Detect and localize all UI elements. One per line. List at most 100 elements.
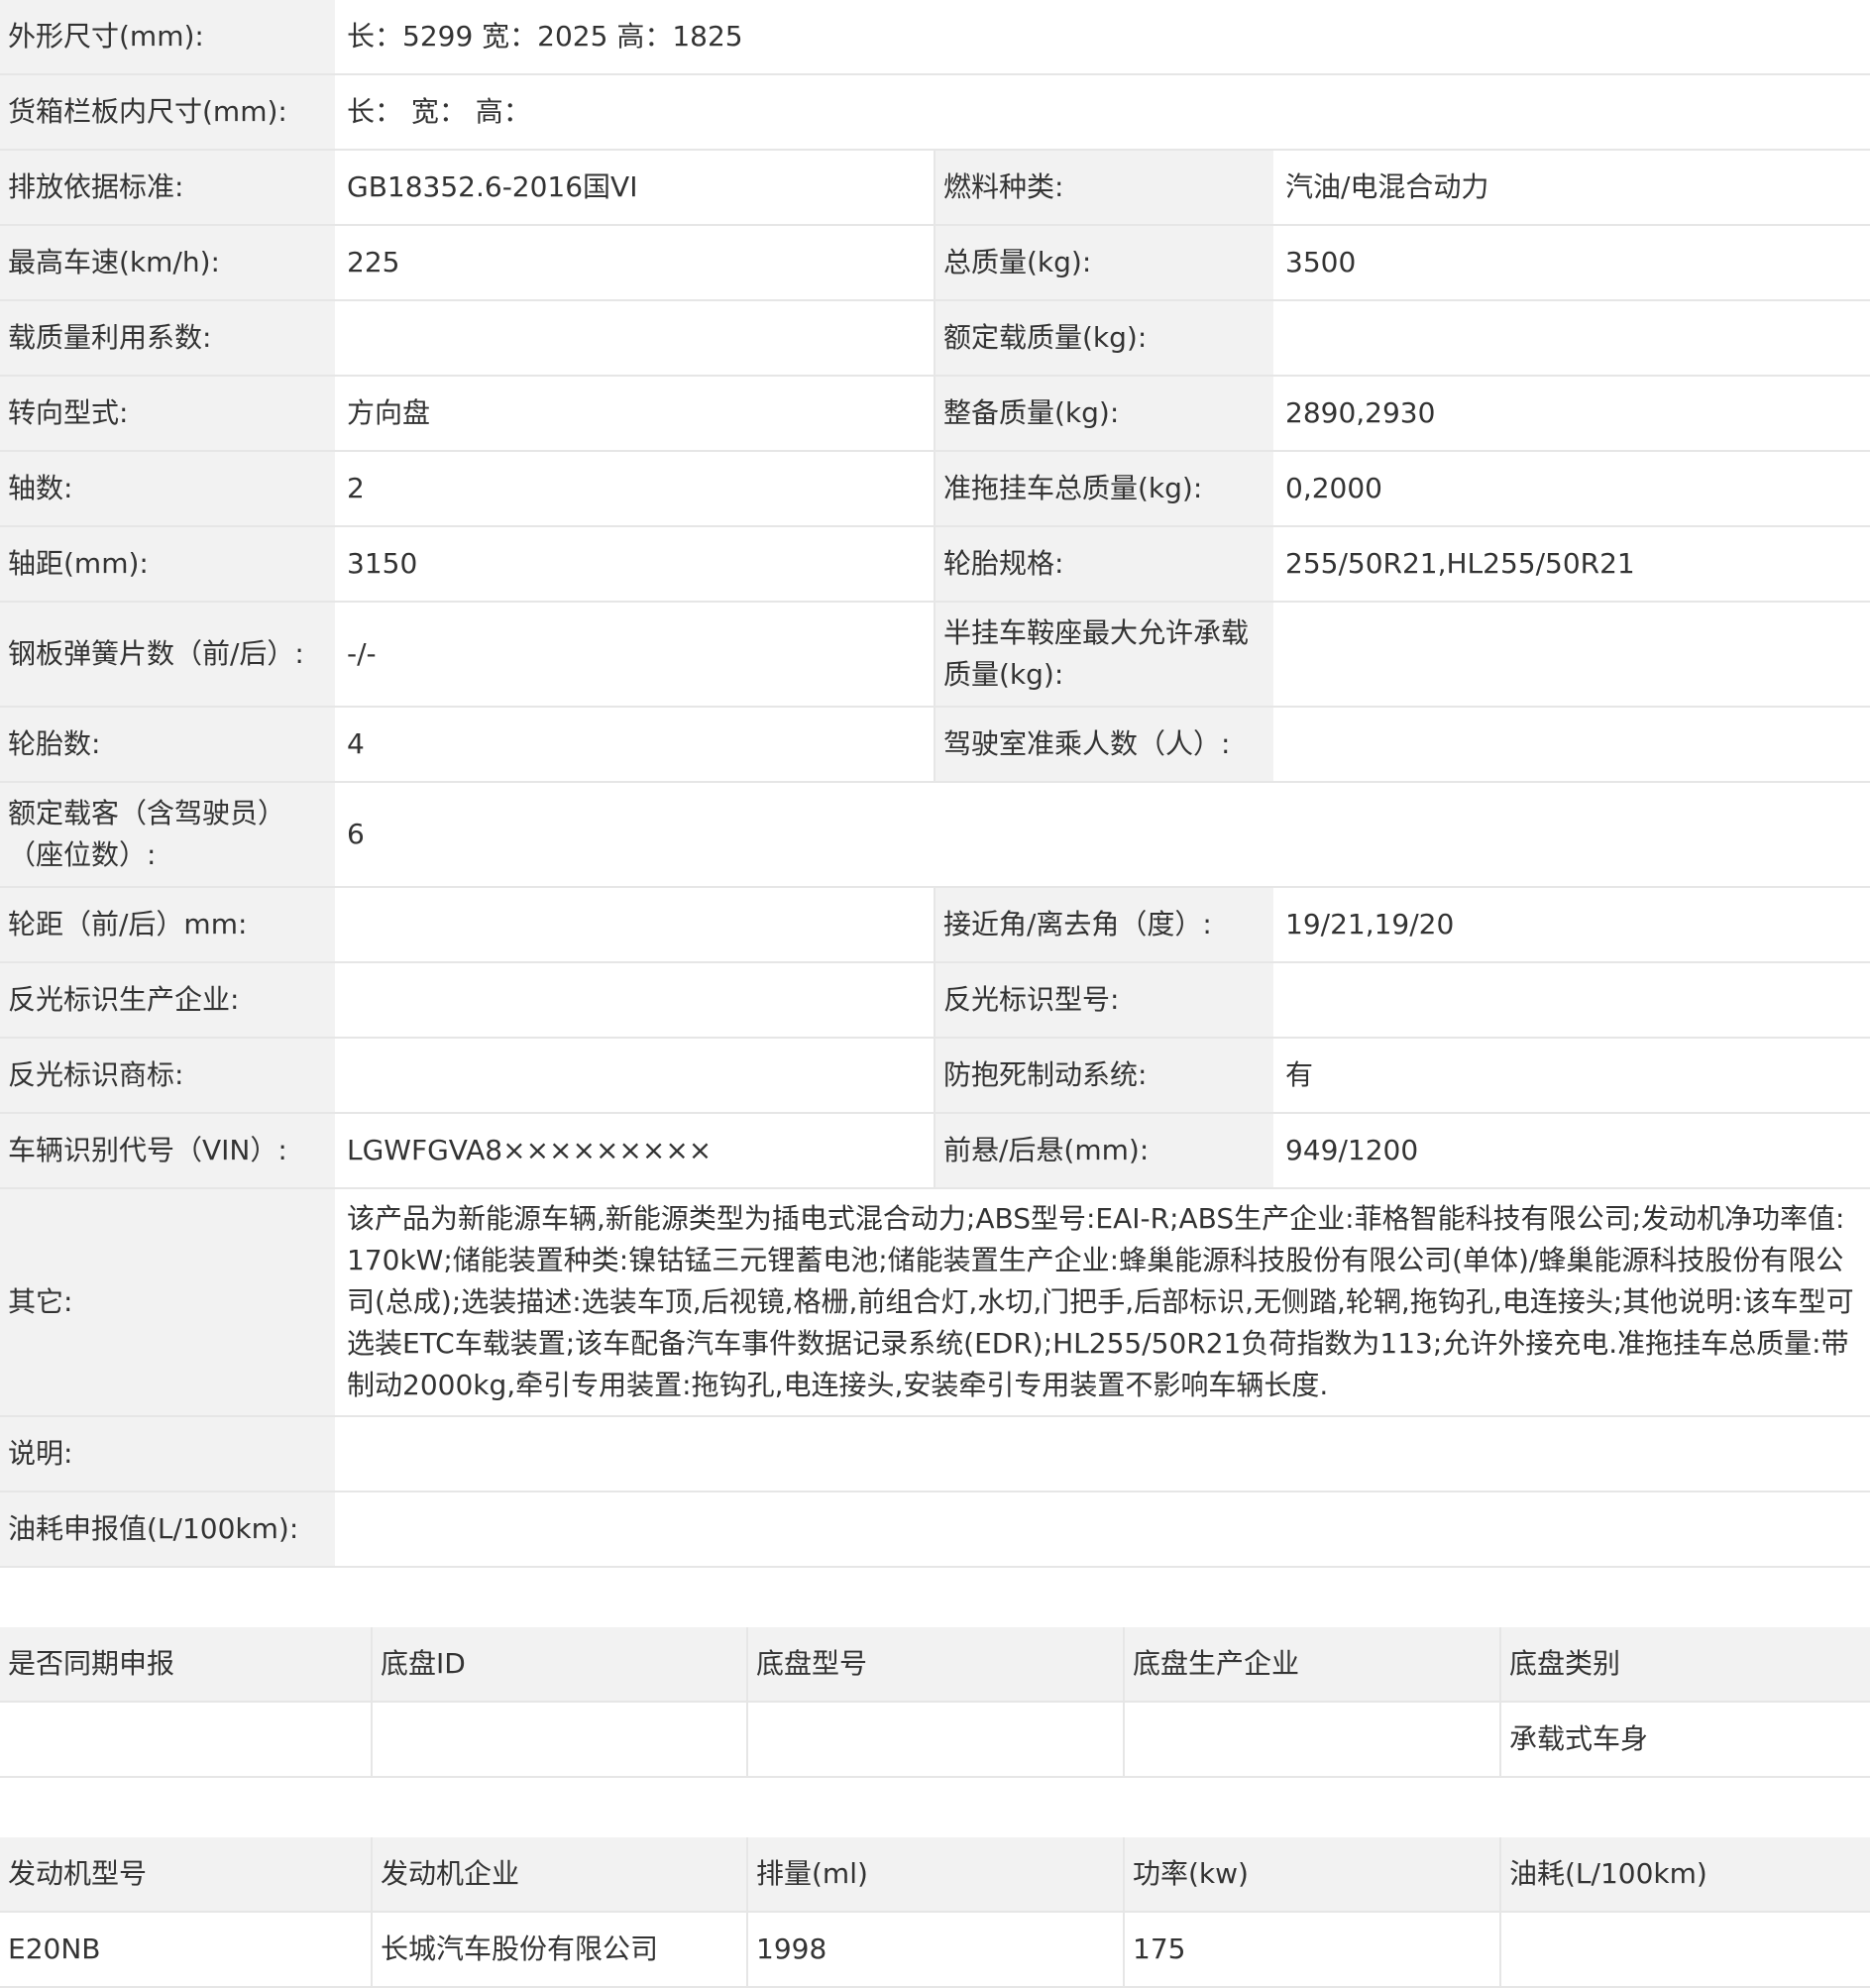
chassis-header-same-period: 是否同期申报 [0, 1627, 373, 1703]
abs-label: 防抱死制动系统: [935, 1038, 1273, 1114]
spec-row-leaf-spring: 钢板弹簧片数（前/后）: -/- 半挂车鞍座最大允许承载质量(kg): [0, 602, 1870, 708]
engine-cell-displacement: 1998 [747, 1912, 1125, 1988]
curb-mass-label: 整备质量(kg): [935, 376, 1273, 452]
spec-row-other: 其它: 该产品为新能源车辆,新能源类型为插电式混合动力;ABS型号:EAI-R;… [0, 1188, 1870, 1417]
angle-value: 19/21,19/20 [1273, 887, 1870, 963]
axles-label: 轴数: [0, 451, 335, 527]
spec-row-load: 载质量利用系数: 额定载质量(kg): [0, 300, 1870, 377]
spec-row-reflect-maker: 反光标识生产企业: 反光标识型号: [0, 962, 1870, 1039]
spec-row-steering: 转向型式: 方向盘 整备质量(kg): 2890,2930 [0, 376, 1870, 452]
wheelbase-value: 3150 [335, 526, 935, 603]
engine-header-row: 发动机型号 发动机企业 排量(ml) 功率(kw) 油耗(L/100km) [0, 1837, 1870, 1913]
reflect-maker-label: 反光标识生产企业: [0, 962, 335, 1039]
wheelbase-label: 轴距(mm): [0, 526, 335, 603]
engine-header-maker: 发动机企业 [372, 1837, 748, 1913]
table-row: E20NB 长城汽车股份有限公司 1998 175 [0, 1912, 1870, 1988]
track-label: 轮距（前/后）mm: [0, 887, 335, 963]
spec-row-dims: 外形尺寸(mm): 长：5299 宽：2025 高：1825 [0, 0, 1870, 75]
trailer-mass-value: 0,2000 [1273, 451, 1870, 527]
axles-value: 2 [335, 451, 935, 527]
leaf-spring-label: 钢板弹簧片数（前/后）: [0, 602, 335, 708]
engine-header-displacement: 排量(ml) [747, 1837, 1125, 1913]
reflect-model-value [1273, 962, 1870, 1039]
steering-label: 转向型式: [0, 376, 335, 452]
engine-cell-maker: 长城汽车股份有限公司 [372, 1912, 748, 1988]
chassis-cell-id [372, 1702, 748, 1778]
load-coef-value [335, 300, 935, 377]
passengers-label: 额定载客（含驾驶员）（座位数）: [0, 782, 335, 888]
spec-row-tires: 轮胎数: 4 驾驶室准乘人数（人）: [0, 707, 1870, 783]
passengers-value: 6 [335, 782, 1870, 888]
cab-seats-label: 驾驶室准乘人数（人）: [935, 707, 1273, 783]
rated-load-label: 额定载质量(kg): [935, 300, 1273, 377]
cargo-value: 长： 宽： 高： [335, 74, 1870, 151]
spec-row-speed: 最高车速(km/h): 225 总质量(kg): 3500 [0, 225, 1870, 301]
consumption-value [335, 1491, 1870, 1568]
note-value [335, 1416, 1870, 1492]
dims-value: 长：5299 宽：2025 高：1825 [335, 0, 1870, 75]
consumption-label: 油耗申报值(L/100km): [0, 1491, 335, 1568]
fuel-label: 燃料种类: [935, 150, 1273, 226]
other-label: 其它: [0, 1188, 335, 1417]
chassis-cell-type: 承载式车身 [1500, 1702, 1870, 1778]
chassis-header-type: 底盘类别 [1500, 1627, 1870, 1703]
cargo-label: 货箱栏板内尺寸(mm): [0, 74, 335, 151]
reflect-model-label: 反光标识型号: [935, 962, 1273, 1039]
rated-load-value [1273, 300, 1870, 377]
steering-value: 方向盘 [335, 376, 935, 452]
fuel-value: 汽油/电混合动力 [1273, 150, 1870, 226]
overhang-value: 949/1200 [1273, 1113, 1870, 1189]
engine-header-power: 功率(kw) [1124, 1837, 1501, 1913]
spec-row-wheelbase: 轴距(mm): 3150 轮胎规格: 255/50R21,HL255/50R21 [0, 526, 1870, 603]
spec-row-note: 说明: [0, 1416, 1870, 1492]
spec-row-passengers: 额定载客（含驾驶员）（座位数）: 6 [0, 782, 1870, 888]
vin-value: LGWFGVA8××××××××× [335, 1113, 935, 1189]
saddle-value [1273, 602, 1870, 708]
vin-label: 车辆识别代号（VIN）: [0, 1113, 335, 1189]
chassis-cell-maker [1124, 1702, 1501, 1778]
reflect-brand-value [335, 1038, 935, 1114]
total-mass-value: 3500 [1273, 225, 1870, 301]
note-label: 说明: [0, 1416, 335, 1492]
chassis-header-row: 是否同期申报 底盘ID 底盘型号 底盘生产企业 底盘类别 [0, 1627, 1870, 1703]
trailer-mass-label: 准拖挂车总质量(kg): [935, 451, 1273, 527]
engine-table: 发动机型号 发动机企业 排量(ml) 功率(kw) 油耗(L/100km) E2… [0, 1837, 1870, 1988]
angle-label: 接近角/离去角（度）: [935, 887, 1273, 963]
spec-row-consumption: 油耗申报值(L/100km): [0, 1491, 1870, 1568]
engine-cell-consumption [1500, 1912, 1870, 1988]
curb-mass-value: 2890,2930 [1273, 376, 1870, 452]
spec-row-axles: 轴数: 2 准拖挂车总质量(kg): 0,2000 [0, 451, 1870, 527]
chassis-cell-same-period [0, 1702, 373, 1778]
total-mass-label: 总质量(kg): [935, 225, 1273, 301]
reflect-maker-value [335, 962, 935, 1039]
speed-value: 225 [335, 225, 935, 301]
saddle-label: 半挂车鞍座最大允许承载质量(kg): [935, 602, 1273, 708]
spec-table: 外形尺寸(mm): 长：5299 宽：2025 高：1825 货箱栏板内尺寸(m… [0, 0, 1870, 1568]
engine-header-consumption: 油耗(L/100km) [1500, 1837, 1870, 1913]
spec-row-reflect-brand: 反光标识商标: 防抱死制动系统: 有 [0, 1038, 1870, 1114]
emission-label: 排放依据标准: [0, 150, 335, 226]
tire-spec-label: 轮胎规格: [935, 526, 1273, 603]
load-coef-label: 载质量利用系数: [0, 300, 335, 377]
spec-row-track: 轮距（前/后）mm: 接近角/离去角（度）: 19/21,19/20 [0, 887, 1870, 963]
spec-row-cargo: 货箱栏板内尺寸(mm): 长： 宽： 高： [0, 74, 1870, 151]
chassis-cell-model [747, 1702, 1125, 1778]
overhang-label: 前悬/后悬(mm): [935, 1113, 1273, 1189]
engine-cell-power: 175 [1124, 1912, 1501, 1988]
cab-seats-value [1273, 707, 1870, 783]
engine-header-model: 发动机型号 [0, 1837, 373, 1913]
speed-label: 最高车速(km/h): [0, 225, 335, 301]
chassis-table: 是否同期申报 底盘ID 底盘型号 底盘生产企业 底盘类别 承载式车身 [0, 1627, 1870, 1778]
chassis-header-id: 底盘ID [372, 1627, 748, 1703]
table-row: 承载式车身 [0, 1702, 1870, 1778]
spec-row-emission: 排放依据标准: GB18352.6-2016国VI 燃料种类: 汽油/电混合动力 [0, 150, 1870, 226]
tires-label: 轮胎数: [0, 707, 335, 783]
other-value: 该产品为新能源车辆,新能源类型为插电式混合动力;ABS型号:EAI-R;ABS生… [335, 1188, 1870, 1417]
dims-label: 外形尺寸(mm): [0, 0, 335, 75]
track-value [335, 887, 935, 963]
reflect-brand-label: 反光标识商标: [0, 1038, 335, 1114]
chassis-header-maker: 底盘生产企业 [1124, 1627, 1501, 1703]
engine-cell-model: E20NB [0, 1912, 373, 1988]
